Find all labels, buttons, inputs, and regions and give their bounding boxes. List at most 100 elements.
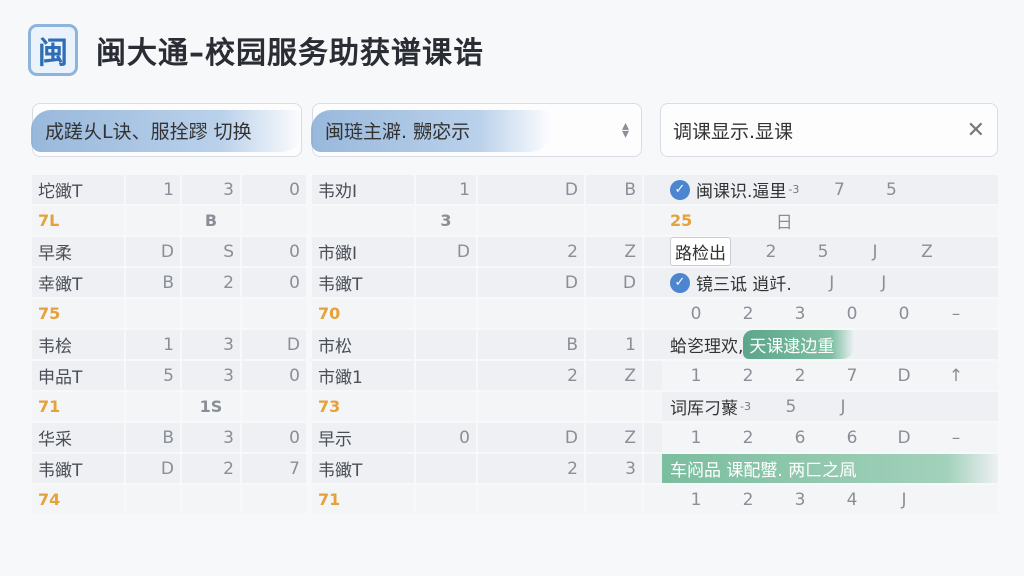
grid-cell-tag (242, 485, 306, 514)
app-header: 闽 闽大通–校园服务助获谱课诰 (28, 20, 484, 80)
grid-cell-value[interactable]: 3 (586, 454, 642, 483)
grid-cell-value[interactable]: 1 (416, 175, 476, 204)
value: 3 (794, 303, 806, 324)
value: J (881, 272, 887, 293)
grid-cell-value[interactable]: 1 (586, 330, 642, 359)
list-item[interactable]: 路检出 2 5 J Z (662, 237, 998, 266)
grid-cell-value[interactable]: 0 (242, 423, 306, 452)
grid-cell-value[interactable] (416, 361, 476, 390)
list-item[interactable]: 蛤乲理欢, 天课逮边重 (662, 330, 998, 359)
grid-cell-value[interactable]: 3 (182, 330, 240, 359)
grid-cell-value[interactable] (416, 330, 476, 359)
grid-cell-value[interactable]: D (416, 237, 476, 266)
grid-row-label[interactable]: 早示 (312, 423, 414, 452)
grid-cell-value[interactable]: Z (586, 423, 642, 452)
grid-cell-value[interactable]: 0 (242, 361, 306, 390)
grid-cell-tag: 70 (312, 299, 414, 328)
grid-cell-value[interactable]: B (126, 423, 180, 452)
page-title: 闽大通–校园服务助获谱课诰 (96, 36, 484, 71)
value: D (897, 365, 911, 386)
switch-button[interactable]: 成蹉乆L诀、服拴蹘 切换 (31, 103, 303, 157)
grid-cell-tag (126, 392, 180, 421)
grid-cell-tag: 71 (312, 485, 414, 514)
grid-cell-value[interactable]: 3 (182, 361, 240, 390)
grid-cell-value[interactable]: D (478, 175, 584, 204)
grid-row-label[interactable]: 韦豃T (32, 454, 124, 483)
grid-row-label[interactable]: 华采 (32, 423, 124, 452)
value-list: 0 2 3 0 0 – (670, 304, 982, 324)
value: 2 (742, 427, 754, 448)
grid-row-label[interactable]: 韦桧 (32, 330, 124, 359)
grid-row-label[interactable]: 市松 (312, 330, 414, 359)
grid-cell-value[interactable]: Z (586, 237, 642, 266)
value: – (951, 303, 961, 324)
grid-cell-value[interactable]: B (586, 175, 642, 204)
grid-cell-tag (126, 485, 180, 514)
grid-row-label[interactable]: 韦劝I (312, 175, 414, 204)
grid-cell-tag (478, 392, 584, 421)
grid-row-label[interactable]: 韦豃T (312, 454, 414, 483)
schedule-grid-middle: 韦劝I1DB03市豃ID2Z2韦豃TDD070市松B1D市豃12ZX735早示0… (312, 175, 700, 514)
list-item[interactable]: ✓ 镜三诋 逍竏. J J (662, 268, 998, 297)
display-toggle-field[interactable]: 调课显示.显课 ✕ (660, 103, 998, 157)
grid-cell-value[interactable]: 0 (242, 237, 306, 266)
view-select[interactable]: 闽琏主澼. 嬲宓示 ▴ ▾ (311, 103, 642, 157)
grid-cell-value[interactable]: 2 (182, 268, 240, 297)
grid-row-label[interactable]: 市豃I (312, 237, 414, 266)
grid-cell-value[interactable]: S (182, 237, 240, 266)
grid-cell-value[interactable]: 0 (416, 423, 476, 452)
grid-cell-tag (416, 299, 476, 328)
grid-row-label[interactable]: 早柔 (32, 237, 124, 266)
grid-cell-value[interactable]: D (242, 330, 306, 359)
number-row: 1 2 2 7 D ↑ (662, 361, 998, 390)
grid-cell-value[interactable]: D (586, 268, 642, 297)
grid-cell-value[interactable] (416, 454, 476, 483)
value: 4 (846, 489, 858, 510)
grid-cell-tag (416, 392, 476, 421)
value: 0 (898, 303, 910, 324)
list-item[interactable]: ✓ 闽课识.逼里 -3 7 5 (662, 175, 998, 204)
grid-cell-value[interactable]: 3 (182, 175, 240, 204)
grid-row-label[interactable]: 韦豃T (312, 268, 414, 297)
grid-cell-value[interactable]: 0 (242, 175, 306, 204)
value: J (872, 241, 878, 262)
grid-cell-value[interactable]: B (478, 330, 584, 359)
switch-label: 成蹉乆L诀、服拴蹘 切换 (45, 120, 252, 143)
checkmark-icon[interactable]: ✓ (670, 179, 690, 200)
grid-row-label[interactable]: 市豃1 (312, 361, 414, 390)
item-label: 闽课识.逼里 (696, 182, 787, 202)
close-icon[interactable]: ✕ (967, 118, 985, 143)
list-item[interactable]: 词厍刁藂 -3 5 J (662, 392, 998, 421)
grid-cell-value[interactable]: 7 (242, 454, 306, 483)
grid-cell-tag (586, 206, 642, 235)
grid-cell-tag (586, 485, 642, 514)
grid-cell-value[interactable]: D (478, 268, 584, 297)
grid-cell-value[interactable]: 1 (126, 330, 180, 359)
grid-cell-value[interactable]: 2 (478, 237, 584, 266)
grid-cell-value[interactable]: 1 (126, 175, 180, 204)
grid-cell-value[interactable]: 3 (182, 423, 240, 452)
value: 5 (785, 396, 797, 417)
value-list: 5J (765, 397, 869, 417)
grid-cell-value[interactable]: D (126, 237, 180, 266)
grid-cell-tag (242, 206, 306, 235)
grid-cell-value[interactable]: D (126, 454, 180, 483)
item-label: 路检出 (670, 237, 731, 266)
grid-cell-value[interactable]: 2 (478, 361, 584, 390)
grid-cell-value[interactable]: 0 (242, 268, 306, 297)
grid-cell-value[interactable]: D (478, 423, 584, 452)
grid-row-label[interactable]: 坨豃T (32, 175, 124, 204)
grid-cell-tag: 3 (416, 206, 476, 235)
grid-cell-value[interactable] (416, 268, 476, 297)
grid-cell-value[interactable]: 2 (478, 454, 584, 483)
grid-cell-value[interactable]: 2 (182, 454, 240, 483)
value: D (897, 427, 911, 448)
teal-highlight-row[interactable]: 车闷品 课配蠈. 两匚之凮 (662, 454, 998, 483)
grid-cell-value[interactable]: 5 (126, 361, 180, 390)
grid-cell-value[interactable]: B (126, 268, 180, 297)
grid-row-label[interactable]: 幸豃T (32, 268, 124, 297)
checkmark-icon[interactable]: ✓ (670, 272, 690, 293)
grid-cell-value[interactable]: Z (586, 361, 642, 390)
grid-row-label[interactable]: 申品T (32, 361, 124, 390)
number-row: 25 日 (662, 206, 998, 235)
